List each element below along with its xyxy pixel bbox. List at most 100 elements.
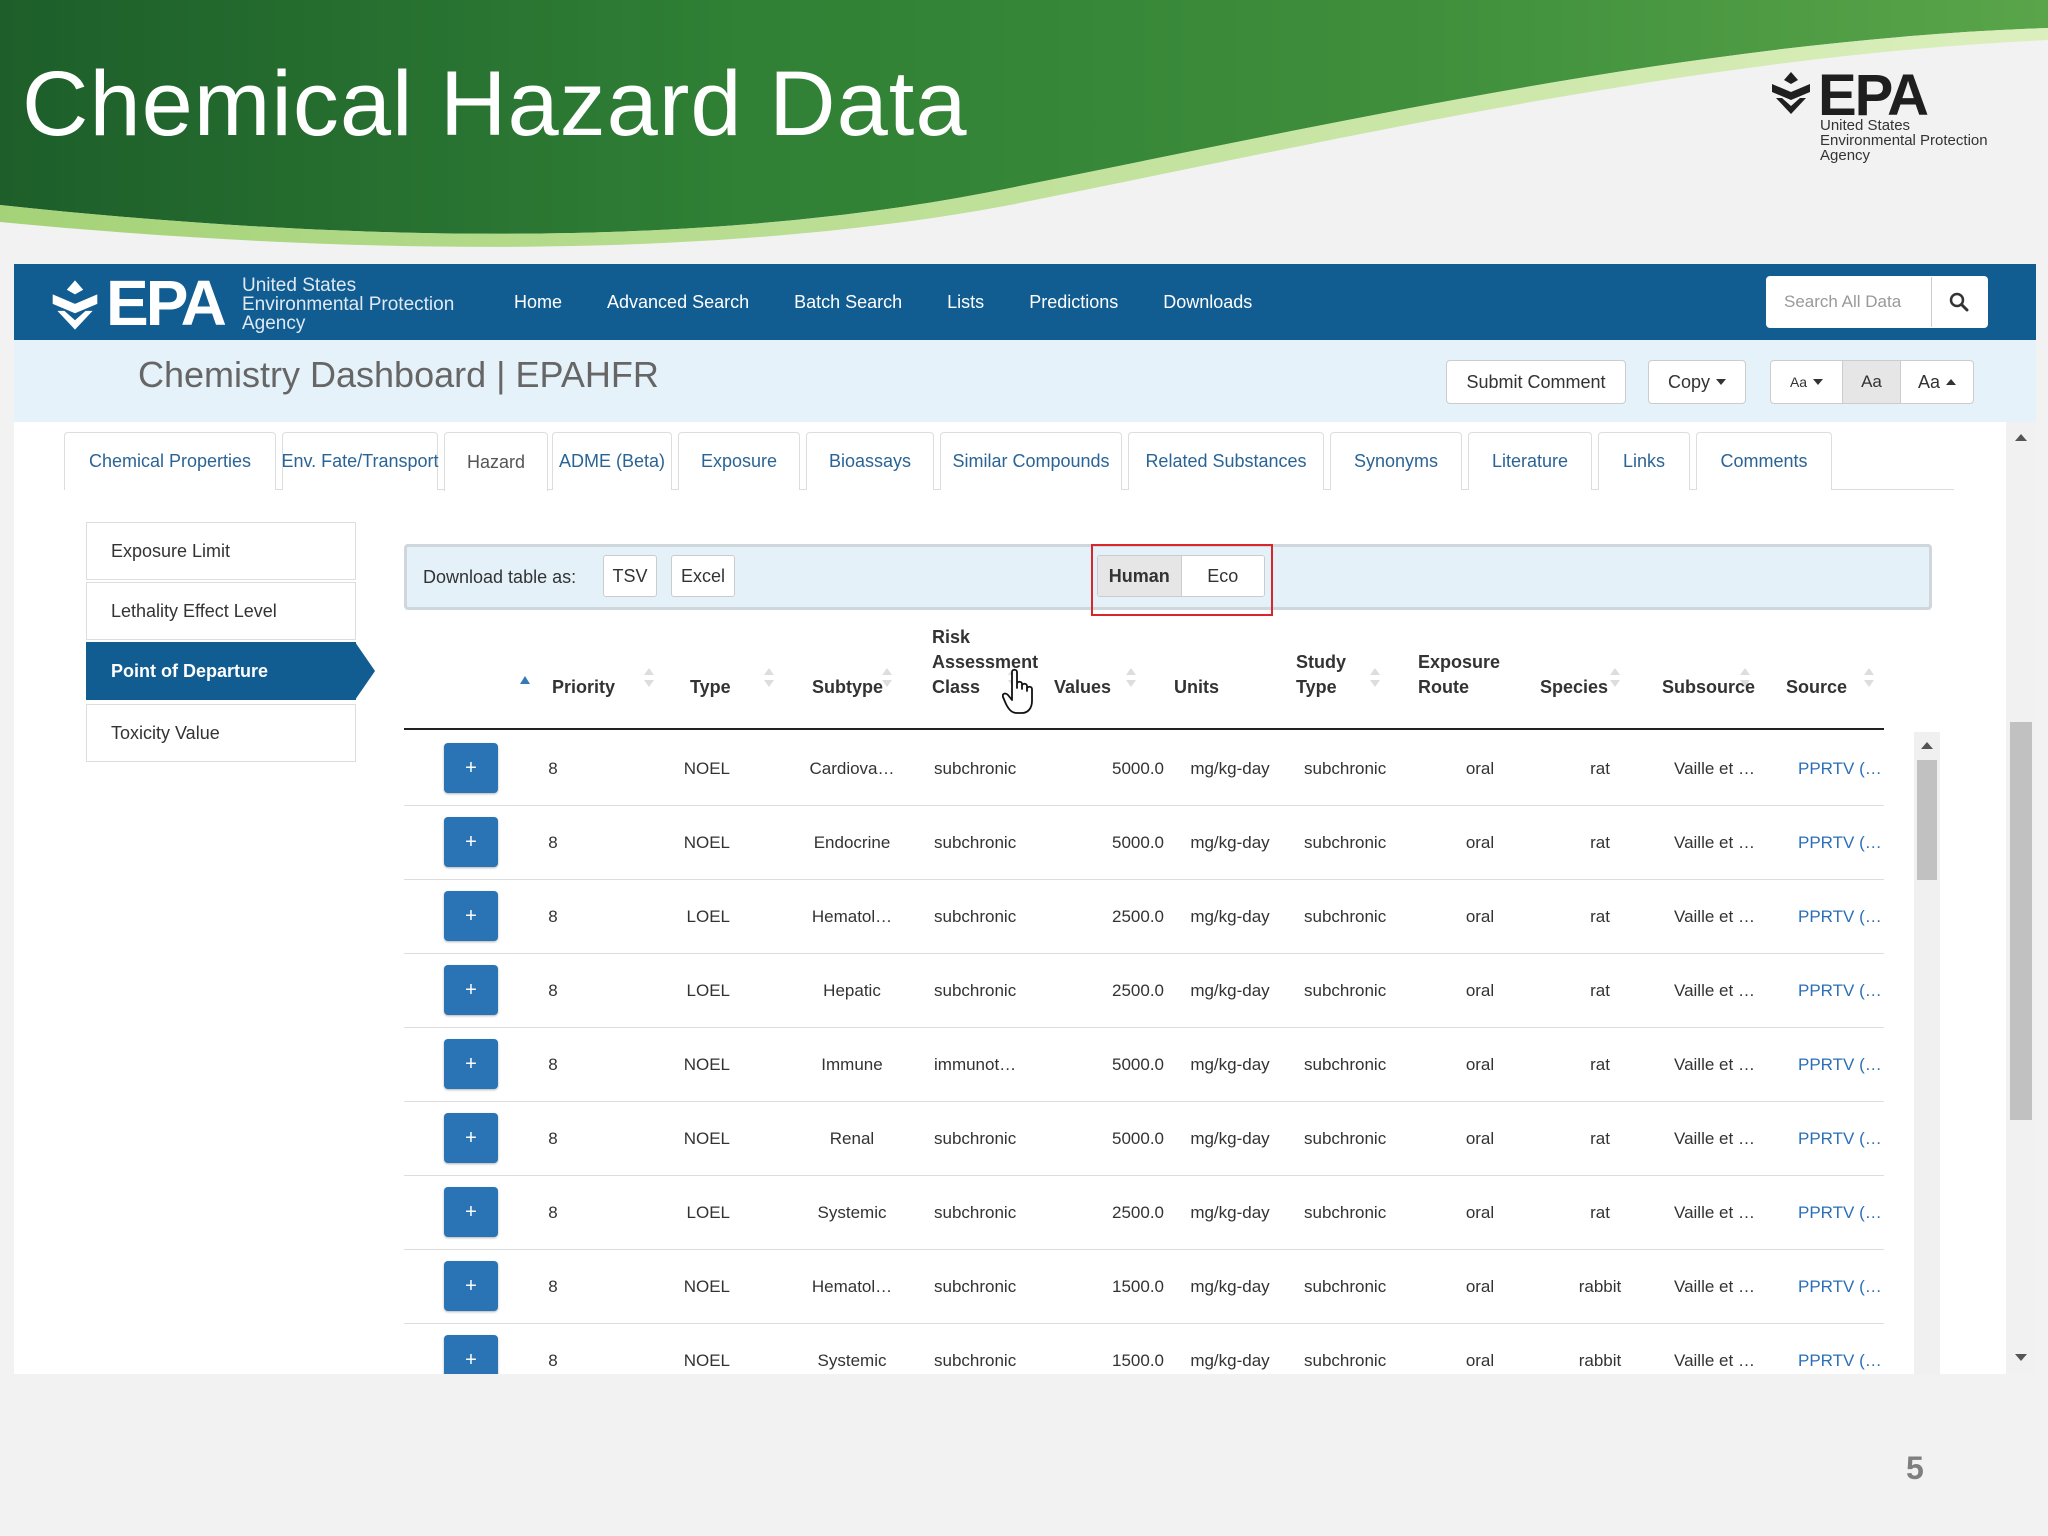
tab-links[interactable]: Links (1598, 432, 1690, 490)
cell-source[interactable]: PPRTV (… (1798, 732, 1884, 806)
scroll-down-icon[interactable] (2015, 1354, 2027, 1361)
expand-row-button[interactable]: + (444, 1039, 498, 1089)
logo-line: United States (1820, 117, 1911, 134)
font-larger-button[interactable]: Aa (1901, 361, 1973, 403)
sidebar-item-exposure-limit[interactable]: Exposure Limit (86, 522, 356, 580)
cell-source[interactable]: PPRTV (… (1798, 880, 1884, 954)
expand-row-button[interactable]: + (444, 891, 498, 941)
column-header-priority[interactable]: Priority (552, 675, 615, 700)
cell-subtype: Systemic (817, 1351, 887, 1370)
sort-icon[interactable] (644, 668, 654, 690)
sidebar-item-label: Toxicity Value (111, 722, 220, 743)
nav-link-lists[interactable]: Lists (947, 292, 984, 313)
tab-related-substances[interactable]: Related Substances (1128, 432, 1324, 490)
tab-adme[interactable]: ADME (Beta) (552, 432, 672, 490)
sort-icon[interactable] (1610, 668, 1620, 690)
download-excel-button[interactable]: Excel (671, 555, 735, 597)
column-header-exposure-route[interactable]: Exposure Route (1418, 650, 1500, 700)
sidebar-item-toxicity-value[interactable]: Toxicity Value (86, 704, 356, 762)
column-header-subtype[interactable]: Subtype (812, 675, 883, 700)
tab-literature[interactable]: Literature (1468, 432, 1592, 490)
expand-row-button[interactable]: + (444, 743, 498, 793)
sort-icon[interactable] (1126, 668, 1136, 690)
scrollbar-thumb[interactable] (2010, 722, 2032, 1120)
sidebar-item-point-of-departure[interactable]: Point of Departure (86, 642, 375, 700)
column-header-type[interactable]: Type (690, 675, 731, 700)
font-smaller-button[interactable]: Aa (1771, 361, 1843, 403)
expand-row-button[interactable]: + (444, 817, 498, 867)
column-header-values[interactable]: Values (1054, 675, 1111, 700)
tab-comments[interactable]: Comments (1696, 432, 1832, 490)
sort-icon[interactable] (764, 668, 774, 690)
tab-env-fate-transport[interactable]: Env. Fate/Transport (281, 432, 439, 490)
tab-exposure[interactable]: Exposure (678, 432, 800, 490)
cell-source[interactable]: PPRTV (… (1798, 1102, 1884, 1176)
column-header-study-type[interactable]: Study Type (1296, 650, 1346, 700)
expand-row-button[interactable]: + (444, 1113, 498, 1163)
cell-units: mg/kg-day (1190, 1277, 1270, 1296)
sort-icon[interactable] (1740, 668, 1750, 690)
page-title: Chemistry Dashboard | EPAHFR (138, 354, 659, 395)
nav-link-downloads[interactable]: Downloads (1163, 292, 1252, 313)
font-normal-button[interactable]: Aa (1843, 361, 1901, 403)
download-tsv-button[interactable]: TSV (603, 555, 657, 597)
column-header-species[interactable]: Species (1540, 675, 1608, 700)
search-button[interactable] (1932, 277, 1986, 327)
tab-similar-compounds[interactable]: Similar Compounds (940, 432, 1122, 490)
cell-subtype: Hepatic (823, 981, 881, 1000)
scrollbar-thumb[interactable] (1917, 760, 1937, 880)
cell-species: rat (1590, 907, 1610, 926)
logo-subtext: United States Environmental Protection A… (1820, 118, 1988, 163)
scroll-up-icon[interactable] (1921, 742, 1933, 749)
search-input[interactable] (1766, 277, 1932, 327)
table-row: +8 LOEL Hepatic subchronic 2500.0 mg/kg-day su… (404, 954, 1884, 1028)
tab-chemical-properties[interactable]: Chemical Properties (64, 432, 276, 490)
tab-synonyms[interactable]: Synonyms (1330, 432, 1462, 490)
cell-subtype: Cardiova… (809, 759, 895, 778)
tab-hazard[interactable]: Hazard (444, 432, 548, 491)
active-arrow (355, 642, 375, 700)
column-header-source[interactable]: Source (1786, 675, 1847, 700)
nav-links: Home Advanced Search Batch Search Lists … (514, 264, 1252, 340)
cell-source[interactable]: PPRTV (… (1798, 1250, 1884, 1324)
cell-source[interactable]: PPRTV (… (1798, 1176, 1884, 1250)
cell-study: subchronic (1304, 1055, 1387, 1074)
nav-epa-logo[interactable]: EPA United States Environmental Protecti… (48, 268, 488, 336)
column-header-units[interactable]: Units (1174, 675, 1219, 700)
hand-cursor-icon (1002, 668, 1033, 714)
cell-source[interactable]: PPRTV (… (1798, 954, 1884, 1028)
page-scrollbar[interactable] (2006, 422, 2036, 1374)
cell-study: subchronic (1304, 1277, 1387, 1296)
cell-type: NOEL (683, 1055, 730, 1074)
cell-type: NOEL (683, 1277, 730, 1296)
nav-link-batch-search[interactable]: Batch Search (794, 292, 902, 313)
sidebar-item-lethality-effect-level[interactable]: Lethality Effect Level (86, 582, 356, 640)
expand-row-button[interactable]: + (444, 1335, 498, 1374)
sort-icon[interactable] (1370, 668, 1380, 690)
expand-row-button[interactable]: + (444, 1187, 498, 1237)
submit-comment-button[interactable]: Submit Comment (1446, 360, 1626, 404)
cell-source[interactable]: PPRTV (… (1798, 1324, 1884, 1374)
sort-asc-icon[interactable] (520, 676, 530, 684)
nav-link-home[interactable]: Home (514, 292, 562, 313)
expand-row-button[interactable]: + (444, 1261, 498, 1311)
cell-source[interactable]: PPRTV (… (1798, 806, 1884, 880)
table-scrollbar[interactable] (1914, 732, 1940, 1374)
copy-dropdown-button[interactable]: Copy (1648, 360, 1746, 404)
epa-flower-icon (52, 280, 98, 330)
cell-source[interactable]: PPRTV (… (1798, 1028, 1884, 1102)
tsv-label: TSV (612, 565, 648, 586)
cell-type: LOEL (686, 981, 730, 1000)
logo-line: United States (242, 275, 357, 296)
cell-route: oral (1465, 759, 1495, 778)
sort-icon[interactable] (882, 668, 892, 690)
copy-label: Copy (1667, 371, 1711, 392)
tab-bioassays[interactable]: Bioassays (806, 432, 934, 490)
nav-link-predictions[interactable]: Predictions (1029, 292, 1118, 313)
nav-link-advanced-search[interactable]: Advanced Search (607, 292, 749, 313)
font-small-label: Aa (1789, 374, 1808, 390)
scroll-up-icon[interactable] (2015, 434, 2027, 441)
sort-icon[interactable] (1864, 668, 1874, 690)
expand-row-button[interactable]: + (444, 965, 498, 1015)
cell-type: NOEL (683, 833, 730, 852)
